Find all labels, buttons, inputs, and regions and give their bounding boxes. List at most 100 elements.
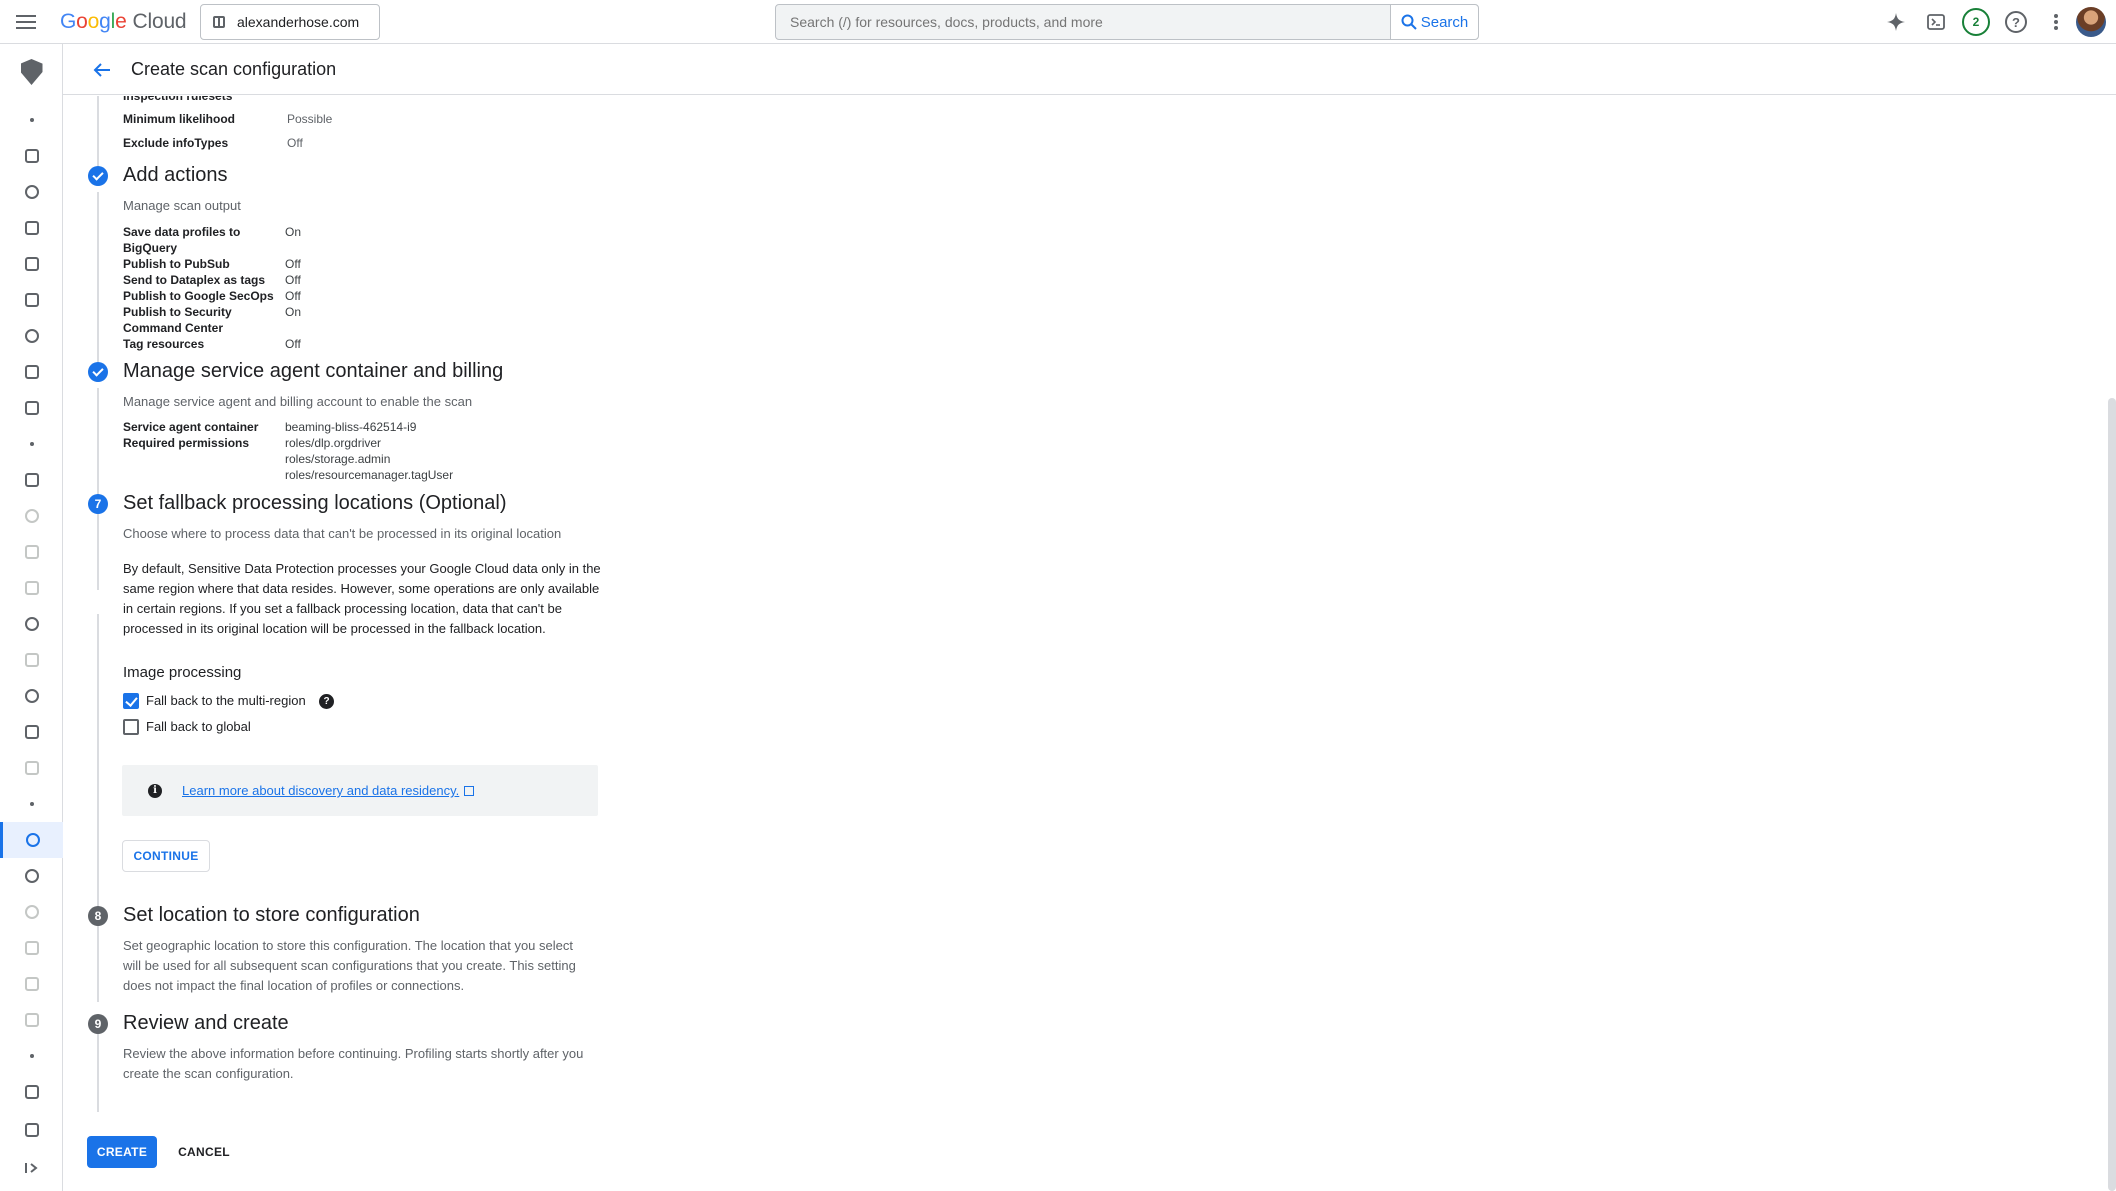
step-location-description: Set geographic location to store this co… <box>123 938 576 993</box>
shield-icon <box>20 59 43 85</box>
help-icon[interactable]: ? <box>1996 0 2036 44</box>
top-bar: GoogleCloud alexanderhose.com Search 2 ? <box>0 0 2116 44</box>
rail-dashboard-icon[interactable] <box>0 138 63 174</box>
multiregion-checkbox-label[interactable]: Fall back to the multi-region <box>146 693 306 708</box>
global-checkbox[interactable] <box>123 719 139 735</box>
main-menu-icon[interactable] <box>14 11 38 33</box>
cancel-button[interactable]: CANCEL <box>169 1136 239 1168</box>
step-number-badge: 8 <box>88 906 108 926</box>
rail-globe-icon[interactable] <box>0 606 63 642</box>
page-title: Create scan configuration <box>131 59 337 79</box>
rail-list-icon[interactable] <box>0 354 63 390</box>
rail-faint-icon-6[interactable] <box>0 894 63 930</box>
rail-search-list-icon[interactable] <box>0 714 63 750</box>
rail-faint-icon-5[interactable] <box>0 750 63 786</box>
step-fallback-title[interactable]: Set fallback processing locations (Optio… <box>123 492 507 515</box>
gemini-sparkle-icon[interactable] <box>1876 0 1916 44</box>
save-profiles-label: Save data profiles to BigQuery <box>123 225 241 255</box>
step-add-actions-title[interactable]: Add actions <box>123 164 228 187</box>
create-button[interactable]: CREATE <box>87 1136 157 1168</box>
rail-marketplace-icon[interactable] <box>0 1074 63 1110</box>
search-icon <box>1401 14 1417 30</box>
dataplex-value: Off <box>285 273 301 287</box>
google-cloud-logo[interactable]: Google Cloud <box>60 10 187 34</box>
tag-resources-value: Off <box>285 337 301 351</box>
continue-button[interactable]: CONTINUE <box>122 840 210 872</box>
multiregion-checkbox[interactable] <box>123 693 139 709</box>
save-profiles-value: On <box>285 225 302 239</box>
rail-faint-icon-7[interactable] <box>0 930 63 966</box>
rail-security-icon-2[interactable] <box>0 678 63 714</box>
step-complete-check-icon <box>88 166 108 186</box>
search-button[interactable]: Search <box>1390 5 1478 39</box>
info-banner: i Learn more about discovery and data re… <box>122 765 598 816</box>
exclude-infotypes-label: Exclude infoTypes <box>123 136 229 150</box>
permission-item: roles/storage.admin <box>285 452 391 466</box>
rail-expand-icon[interactable] <box>0 1150 63 1186</box>
rail-faint-icon-1[interactable] <box>0 498 63 534</box>
rail-hierarchy-icon[interactable] <box>0 282 63 318</box>
rail-separator <box>0 426 63 462</box>
exclude-infotypes-value: Off <box>287 136 303 150</box>
step-add-actions-subtitle: Manage scan output <box>123 198 241 213</box>
notification-count: 2 <box>1962 8 1990 36</box>
step-complete-check-icon <box>88 362 108 382</box>
rail-security-icon[interactable] <box>0 174 63 210</box>
rail-release-notes-icon[interactable] <box>0 1112 63 1148</box>
rail-separator <box>0 102 63 138</box>
scc-value: On <box>285 305 302 319</box>
step-number-badge: 7 <box>88 494 108 514</box>
step-review-title[interactable]: Review and create <box>123 1012 289 1035</box>
page-scrollbar[interactable] <box>2108 398 2116 1191</box>
notifications-badge[interactable]: 2 <box>1956 0 1996 44</box>
rail-shield-check-icon[interactable] <box>0 462 63 498</box>
search-input[interactable] <box>776 5 1390 39</box>
step-number-badge: 9 <box>88 1014 108 1034</box>
rail-faint-icon-2[interactable] <box>0 534 63 570</box>
permission-item: roles/resourcemanager.tagUser <box>285 468 454 482</box>
global-checkbox-label[interactable]: Fall back to global <box>146 719 251 734</box>
account-avatar[interactable] <box>2076 7 2106 37</box>
back-arrow-icon[interactable] <box>77 45 127 95</box>
step-fallback-subtitle: Choose where to process data that can't … <box>123 526 562 541</box>
step-location-title[interactable]: Set location to store configuration <box>123 904 420 927</box>
scc-label: Publish to Security Command Center <box>123 305 232 335</box>
step-service-agent-subtitle: Manage service agent and billing account… <box>123 394 473 409</box>
step-service-agent-title[interactable]: Manage service agent container and billi… <box>123 360 503 383</box>
fallback-description: By default, Sensitive Data Protection pr… <box>123 561 601 636</box>
secops-label: Publish to Google SecOps <box>123 289 274 303</box>
permission-item: roles/dlp.orgdriver <box>285 436 382 450</box>
inspection-rulesets-label: Inspection rulesets <box>123 96 233 103</box>
project-picker[interactable]: alexanderhose.com <box>200 4 380 40</box>
external-link-icon <box>464 786 475 796</box>
product-sidebar <box>0 44 63 1191</box>
page-header: Create scan configuration <box>63 45 2116 95</box>
step-connector <box>97 388 99 590</box>
step-connector <box>97 614 99 1002</box>
rail-inspect-icon[interactable] <box>0 318 63 354</box>
rail-chart-icon[interactable] <box>0 246 63 282</box>
step-connector <box>97 1026 99 1112</box>
help-question-icon[interactable]: ? <box>319 694 334 709</box>
rail-data-discovery-icon[interactable] <box>0 822 63 858</box>
project-name: alexanderhose.com <box>237 14 360 30</box>
discovery-residency-link[interactable]: Learn more about discovery and data resi… <box>182 783 475 798</box>
cloud-shell-icon[interactable] <box>1916 0 1956 44</box>
service-agent-container-value: beaming-bliss-462514-i9 <box>285 420 417 434</box>
rail-faint-icon-8[interactable] <box>0 966 63 1002</box>
rail-inspect-icon-2[interactable] <box>0 858 63 894</box>
info-icon: i <box>148 783 162 798</box>
rail-faint-icon-9[interactable] <box>0 1002 63 1038</box>
search-bar: Search <box>775 4 1479 40</box>
rail-faint-icon-4[interactable] <box>0 642 63 678</box>
rail-grid-icon[interactable] <box>0 390 63 426</box>
rail-faint-icon-3[interactable] <box>0 570 63 606</box>
image-processing-heading: Image processing <box>123 664 242 681</box>
dataplex-label: Send to Dataplex as tags <box>123 273 266 287</box>
security-product-icon[interactable] <box>0 52 63 92</box>
pubsub-value: Off <box>285 257 301 271</box>
more-options-icon[interactable] <box>2036 0 2076 44</box>
rail-download-icon[interactable] <box>0 210 63 246</box>
step-review-description: Review the above information before cont… <box>123 1046 584 1081</box>
stepper-content: Inspection rulesets Minimum likelihood P… <box>63 96 2116 1191</box>
